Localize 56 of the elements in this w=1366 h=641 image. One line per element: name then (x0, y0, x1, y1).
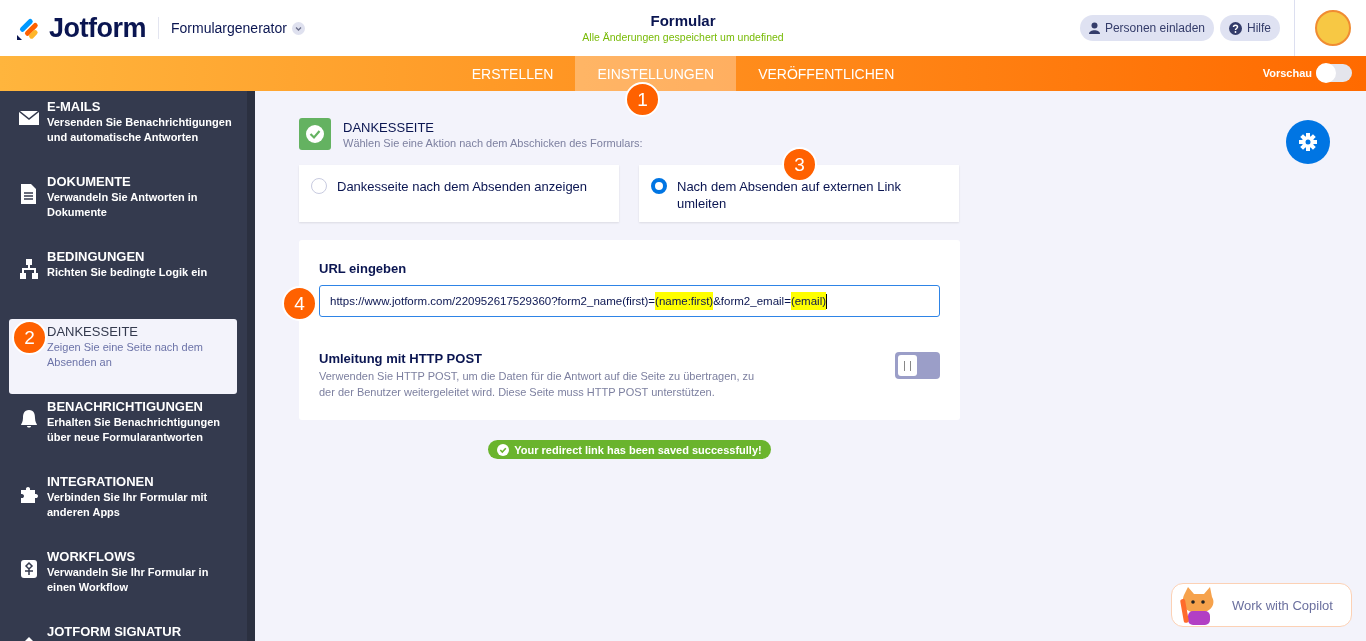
item-title: DOKUMENTE (47, 174, 132, 189)
item-title: BEDINGUNGEN (47, 249, 146, 264)
help-button[interactable]: Hilfe (1220, 15, 1280, 41)
step-badge: 1 (625, 82, 660, 117)
sidebar-item[interactable]: WORKFLOWS Verwandeln Sie Ihr Formular in einen Workflow (9, 544, 237, 619)
section-title: DANKESSEITE (343, 119, 436, 135)
hierarchy-icon (19, 259, 39, 279)
puzzle-icon (19, 484, 39, 504)
radio-button[interactable] (651, 178, 667, 194)
settings-icon (1299, 133, 1317, 151)
item-description: Zeigen Sie eine Seite nach dem Absenden an (47, 340, 204, 370)
logo-text: Jotform (49, 12, 146, 44)
item-description: Verwandeln Sie Antworten in Dokumente (47, 190, 199, 220)
preview-label: Vorschau (1262, 67, 1312, 79)
item-title: DANKESSEITE (47, 324, 140, 339)
save-status: Alle Änderungen gespeichert um undefined (582, 31, 784, 43)
item-description: Verbinden Sie Ihr Formular mit anderen Apps (47, 490, 209, 520)
document-icon (19, 184, 39, 204)
field-label: URL eingeben (319, 261, 408, 276)
settings-button[interactable] (1286, 120, 1330, 164)
item-title: BENACHRICHTIGUNGEN (47, 399, 204, 414)
item-title: JOTFORM SIGNATUR (47, 624, 183, 639)
option-title: Umleitung mit HTTP POST (319, 351, 483, 366)
copilot-button[interactable]: Work with Copilot (1171, 583, 1352, 627)
radio-button[interactable] (311, 178, 327, 194)
workflow-icon (19, 559, 39, 579)
bell-icon (19, 409, 39, 429)
option-card[interactable]: Dankesseite nach dem Absenden anzeigen (299, 165, 619, 222)
option-label: Dankesseite nach dem Absenden anzeigen (337, 178, 588, 195)
invite-button[interactable]: Personen einladen (1079, 15, 1214, 41)
person-icon (1088, 22, 1100, 34)
option-description: Verwenden Sie HTTP POST, um die Daten für die Antwort auf die Seite zu übertragen, zu der der Benutzer weitergeleitet wird. Diese Seite muss HTTP POST unterstützen. (319, 369, 756, 400)
sidebar-item[interactable]: DOKUMENTE Verwandeln Sie Antworten in Dokumente (9, 169, 237, 244)
preview-toggle[interactable] (1316, 64, 1352, 82)
sidebar-item[interactable]: JOTFORM SIGNATUR (9, 619, 237, 641)
item-description: Versenden Sie Benachrichtigungen und automatische Antworten (47, 115, 233, 145)
item-description: Erhalten Sie Benachrichtigungen über neue Formularantworten (47, 415, 221, 445)
item-title: WORKFLOWS (47, 549, 137, 564)
post-toggle[interactable] (895, 352, 940, 379)
sidebar-item[interactable]: BEDINGUNGEN Richten Sie bedingte Logik ein (9, 244, 237, 319)
help-icon (1229, 21, 1242, 35)
form-title: Formular (650, 12, 716, 29)
item-title: INTEGRATIONEN (47, 474, 155, 489)
product-dropdown[interactable]: Formulargenerator (171, 20, 305, 36)
item-description: Richten Sie bedingte Logik ein (47, 265, 209, 280)
sidebar-item[interactable]: E-MAILS Versenden Sie Benachrichtigungen und automatische Antworten (9, 94, 237, 169)
caret-icon (291, 21, 305, 35)
success-toast: Your redirect link has been saved successfully! (488, 440, 771, 459)
item-description: Verwandeln Sie Ihr Formular in einen Workflow (47, 565, 210, 595)
check-icon (299, 118, 331, 150)
section-subtitle: Wählen Sie eine Aktion nach dem Abschicken des Formulars: (343, 136, 643, 149)
check-icon (497, 443, 510, 456)
avatar[interactable] (1315, 10, 1351, 46)
sidebar-item[interactable]: BENACHRICHTIGUNGEN Erhalten Sie Benachrichtigungen über neue Formularantworten (9, 394, 237, 469)
item-title: E-MAILS (47, 99, 102, 114)
sidebar-item[interactable]: INTEGRATIONEN Verbinden Sie Ihr Formular mit anderen Apps (9, 469, 237, 544)
